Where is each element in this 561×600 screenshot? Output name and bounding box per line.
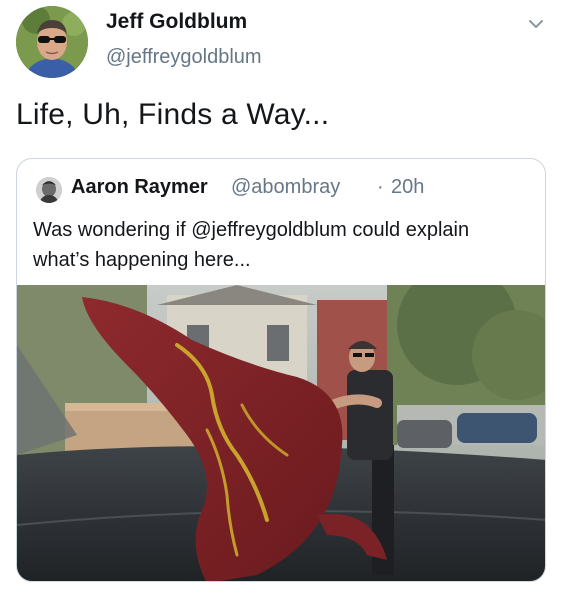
author-avatar[interactable]	[16, 6, 88, 78]
quoted-tweet-text: Was wondering if @jeffreygoldblum could …	[33, 219, 470, 271]
tweet-card[interactable]: Jeff Goldblum @jeffreygoldblum Life, Uh,…	[0, 0, 561, 600]
quoted-author-avatar[interactable]	[36, 177, 62, 203]
author-name[interactable]: Jeff Goldblum	[106, 10, 247, 34]
tweet-text: Life, Uh, Finds a Way...	[16, 98, 330, 131]
author-handle[interactable]: @jeffreygoldblum	[106, 46, 262, 69]
meta-separator: ·	[377, 176, 384, 198]
quoted-author-handle[interactable]: @abombray	[231, 176, 340, 199]
chevron-down-icon[interactable]	[526, 14, 546, 34]
quoted-tweet[interactable]: Aaron Raymer @abombray · 20h Was wonderi…	[16, 158, 546, 582]
quoted-photo[interactable]	[17, 285, 545, 581]
quoted-timestamp[interactable]: 20h	[391, 176, 424, 199]
quoted-author-name[interactable]: Aaron Raymer	[71, 176, 208, 199]
